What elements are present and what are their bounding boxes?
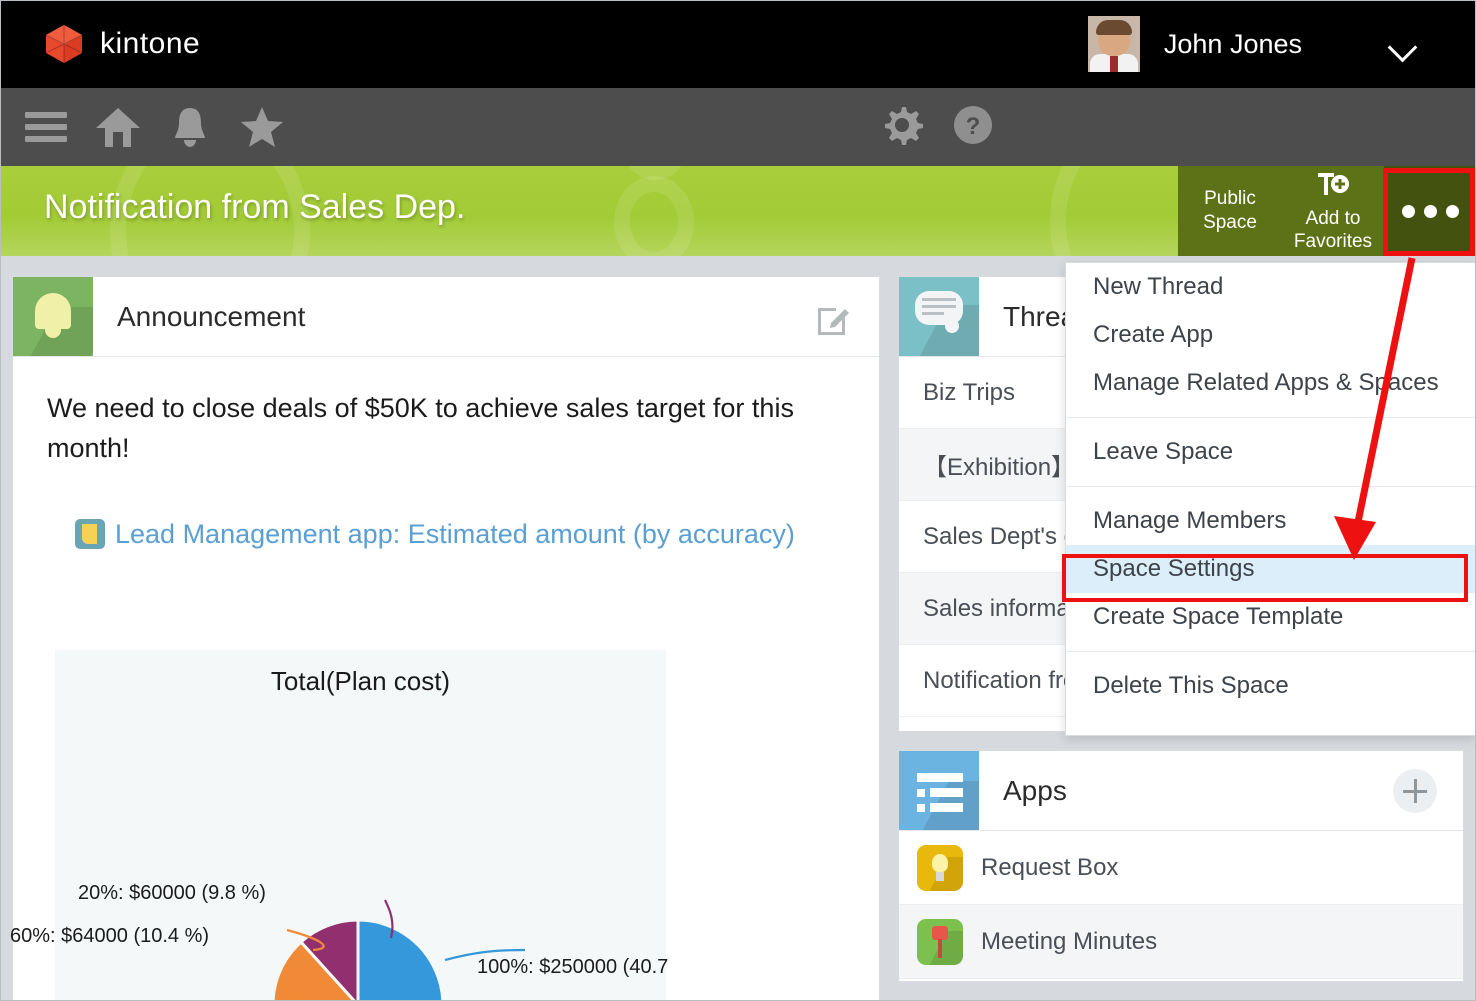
menu-label: Create Space Template <box>1093 603 1343 631</box>
bell-icon[interactable] <box>154 88 226 166</box>
announcement-header: Announcement <box>13 277 879 357</box>
space-action-bar: Public Space Add to Favorites <box>1178 166 1476 256</box>
app-label: Meeting Minutes <box>981 928 1157 956</box>
thread-label: Biz Trips <box>923 379 1015 407</box>
thread-label: Sales informati <box>923 595 1082 623</box>
announcement-link[interactable]: Lead Management app: Estimated amount (b… <box>115 513 795 556</box>
app-document-icon <box>75 519 105 549</box>
menu-separator <box>1066 486 1475 487</box>
favorite-line2: Favorites <box>1294 230 1372 254</box>
pie-chart: Total(Plan cost) <box>55 650 666 1001</box>
list-item[interactable]: Meeting Minutes <box>899 905 1463 979</box>
plus-icon[interactable] <box>1393 769 1437 813</box>
apps-panel: Apps Request Box Meeting Minutes <box>898 750 1464 982</box>
menu-item-space-settings[interactable]: Space Settings <box>1066 545 1475 593</box>
brand-logo[interactable]: kintone <box>42 22 200 66</box>
app-label: Request Box <box>981 854 1118 882</box>
menu-item-create-app[interactable]: Create App <box>1066 311 1475 359</box>
apps-title: Apps <box>979 775 1067 807</box>
thread-label: Sales Dept's c <box>923 523 1076 551</box>
thread-label: Notification fro <box>923 667 1076 695</box>
pie-label-60: 60%: $64000 (10.4 %) <box>10 925 209 948</box>
star-icon[interactable] <box>226 88 298 166</box>
page-title: Notification from Sales Dep. <box>44 188 465 227</box>
public-space-line2: Space <box>1203 211 1257 235</box>
help-icon[interactable]: ? <box>952 104 994 151</box>
decor-circle <box>614 176 694 256</box>
space-options-menu: New Thread Create App Manage Related App… <box>1065 262 1476 736</box>
menu-label: Delete This Space <box>1093 672 1289 700</box>
menu-label: Create App <box>1093 321 1213 349</box>
space-more-options-button[interactable] <box>1384 166 1476 256</box>
pushpin-icon <box>917 919 963 965</box>
menu-label: Manage Members <box>1093 507 1286 535</box>
gear-icon[interactable] <box>880 103 924 152</box>
ellipsis-icon <box>1402 205 1459 218</box>
pie-chart-svg <box>55 650 666 1001</box>
add-to-favorites-button[interactable]: Add to Favorites <box>1282 166 1384 256</box>
bell-icon <box>13 277 93 356</box>
menu-item-delete-space[interactable]: Delete This Space <box>1066 662 1475 710</box>
pie-label-100: 100%: $250000 (40.7 <box>477 956 668 979</box>
menu-item-new-thread[interactable]: New Thread <box>1066 263 1475 311</box>
brand-name: kintone <box>100 27 200 61</box>
announcement-body: We need to close deals of $50K to achiev… <box>13 357 879 556</box>
nav-bar: ? <box>0 88 1476 166</box>
menu-label: Manage Related Apps & Spaces <box>1093 369 1439 397</box>
menu-item-create-space-template[interactable]: Create Space Template <box>1066 593 1475 641</box>
menu-item-manage-related[interactable]: Manage Related Apps & Spaces <box>1066 359 1475 407</box>
thread-label: 【Exhibition】 <box>923 447 1075 482</box>
menu-item-leave-space[interactable]: Leave Space <box>1066 428 1475 476</box>
kintone-space-page: kintone John Jones <box>0 0 1476 1001</box>
apps-list-icon <box>899 751 979 830</box>
list-item[interactable]: Request Box <box>899 831 1463 905</box>
public-space-badge[interactable]: Public Space <box>1178 166 1282 256</box>
menu-label: Leave Space <box>1093 438 1233 466</box>
menu-separator <box>1066 651 1475 652</box>
menu-separator <box>1066 417 1475 418</box>
svg-text:?: ? <box>966 113 981 140</box>
announcement-link-row[interactable]: Lead Management app: Estimated amount (b… <box>47 513 845 556</box>
thread-bubble-icon <box>899 277 979 356</box>
pin-add-icon <box>1316 172 1350 205</box>
lightbulb-icon <box>917 845 963 891</box>
menu-item-manage-members[interactable]: Manage Members <box>1066 497 1475 545</box>
menu-label: New Thread <box>1093 273 1223 301</box>
menu-label: Space Settings <box>1093 555 1254 583</box>
top-bar: kintone John Jones <box>0 0 1476 88</box>
announcement-text: We need to close deals of $50K to achiev… <box>47 389 845 469</box>
public-space-line1: Public <box>1204 187 1256 211</box>
avatar <box>1088 16 1140 72</box>
home-icon[interactable] <box>82 88 154 166</box>
announcement-title: Announcement <box>93 301 305 333</box>
chevron-down-icon[interactable] <box>1390 37 1418 52</box>
favorite-line1: Add to <box>1306 207 1361 231</box>
pie-label-20: 20%: $60000 (9.8 %) <box>78 882 266 905</box>
kintone-logo-icon <box>42 22 86 66</box>
apps-header: Apps <box>899 751 1463 831</box>
user-menu[interactable]: John Jones <box>1088 16 1418 72</box>
user-name: John Jones <box>1164 29 1302 60</box>
edit-pencil-icon[interactable] <box>815 299 851 340</box>
menu-icon[interactable] <box>10 88 82 166</box>
